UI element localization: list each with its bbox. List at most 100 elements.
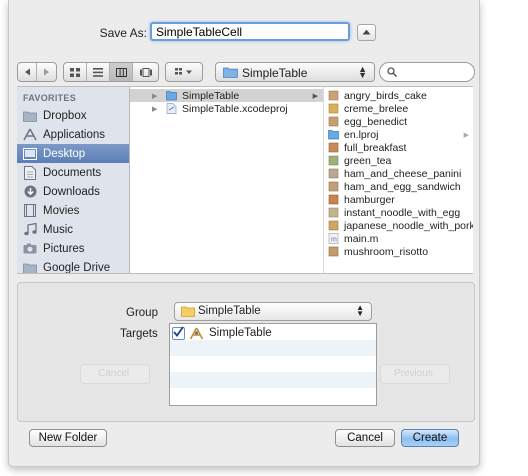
path-popup[interactable]: SimpleTable ▲ ▼	[215, 62, 375, 82]
list-view-icon	[93, 67, 103, 77]
sidebar-item-applications[interactable]: Applications	[17, 125, 129, 144]
forward-button[interactable]	[37, 63, 56, 81]
image-file-icon	[328, 103, 339, 114]
list-item[interactable]: en.lproj ▶	[324, 128, 473, 141]
sidebar-item-label: Dropbox	[43, 109, 87, 122]
group-popup[interactable]: SimpleTable ▲ ▼	[174, 302, 372, 321]
create-button[interactable]: Create	[401, 429, 459, 447]
arrange-control	[165, 62, 203, 82]
ghost-cancel-label: Cancel	[98, 368, 130, 379]
list-item-label: angry_birds_cake	[344, 89, 427, 102]
image-file-icon	[328, 181, 339, 192]
app-target-icon	[189, 327, 204, 339]
sidebar-item-google-drive[interactable]: Google Drive	[17, 258, 129, 274]
collapse-dialog-button[interactable]	[357, 24, 376, 41]
search-field[interactable]	[379, 62, 475, 82]
list-item[interactable]: instant_noodle_with_egg	[324, 206, 473, 219]
list-item[interactable]: green_tea	[324, 154, 473, 167]
save-as-field[interactable]	[150, 22, 350, 41]
cover-flow-button[interactable]	[133, 63, 158, 81]
list-item-label: creme_brelee	[344, 102, 409, 115]
folder-icon	[23, 261, 37, 273]
list-item-label: mushroom_risotto	[344, 245, 429, 258]
icon-view-button[interactable]	[64, 63, 87, 81]
browser-column-3: angry_birds_cake creme_brelee egg_benedi…	[324, 87, 473, 273]
list-item[interactable]: ham_and_egg_sandwich	[324, 180, 473, 193]
chevron-right-icon: ▶	[463, 131, 469, 139]
folder-icon	[328, 130, 339, 140]
list-item[interactable]: m main.m	[324, 232, 473, 245]
file-browser: FAVORITES Dropbox Applications Desktop D…	[17, 86, 473, 274]
save-sheet: Save As: SimpleTableCell SimpleTable ▲ ▼…	[8, 0, 480, 467]
list-item-label: green_tea	[344, 154, 392, 167]
image-file-icon	[328, 116, 339, 127]
sidebar-item-label: Downloads	[43, 185, 100, 198]
list-item[interactable]: full_breakfast	[324, 141, 473, 154]
chevron-up-icon	[362, 29, 371, 35]
back-button[interactable]	[18, 63, 37, 81]
list-item[interactable]: creme_brelee	[324, 102, 473, 115]
sidebar-item-desktop[interactable]: Desktop	[17, 144, 129, 163]
list-item[interactable]: mushroom_risotto	[324, 245, 473, 258]
list-item[interactable]: ham_and_cheese_panini	[324, 167, 473, 180]
path-popup-label: SimpleTable	[242, 66, 308, 80]
sidebar-item-pictures[interactable]: Pictures	[17, 239, 129, 258]
targets-list: SimpleTable	[169, 323, 377, 406]
targets-label: Targets	[120, 328, 158, 340]
list-item[interactable]: ▶ SimpleTable.xcodeproj	[130, 102, 323, 115]
image-file-icon	[328, 194, 339, 205]
list-stripe	[170, 340, 376, 356]
sidebar-item-label: Applications	[43, 128, 106, 141]
icon-view-icon	[70, 67, 80, 77]
list-item[interactable]: japanese_noodle_with_pork	[324, 219, 473, 232]
cover-flow-icon	[139, 67, 152, 77]
sidebar-item-label: Google Drive	[43, 261, 111, 274]
cancel-button[interactable]: Cancel	[335, 429, 395, 447]
list-item-label: main.m	[344, 232, 379, 245]
column-view-icon	[115, 67, 127, 77]
sidebar-item-label: Desktop	[43, 147, 86, 160]
sidebar-item-movies[interactable]: Movies	[17, 201, 129, 220]
list-item[interactable]: ▶ SimpleTable ▶	[130, 89, 323, 102]
list-item-label: hamburger	[344, 193, 395, 206]
sidebar-item-dropbox[interactable]: Dropbox	[17, 106, 129, 125]
chevron-right-icon: ▶	[312, 92, 318, 100]
image-file-icon	[328, 246, 339, 257]
group-label: Group	[126, 307, 158, 319]
sidebar-item-documents[interactable]: Documents	[17, 163, 129, 182]
popup-arrows-icon: ▲ ▼	[356, 303, 364, 318]
search-icon	[387, 67, 397, 77]
sidebar-item-label: Documents	[43, 166, 102, 179]
target-checkbox[interactable]	[172, 325, 185, 340]
browser-column-2: ▶ SimpleTable ▶ ▶ SimpleTable.xcodeproj	[130, 87, 324, 273]
xcodeproj-icon	[166, 103, 177, 114]
list-item-label: full_breakfast	[344, 141, 407, 154]
applications-icon	[23, 128, 37, 142]
sidebar-item-music[interactable]: Music	[17, 220, 129, 239]
column-view-button[interactable]	[110, 63, 133, 81]
list-item-label: SimpleTable.xcodeproj	[182, 102, 288, 115]
list-view-button[interactable]	[87, 63, 110, 81]
svg-text:m: m	[331, 237, 337, 244]
pictures-icon	[23, 242, 37, 256]
image-file-icon	[328, 220, 339, 231]
image-file-icon	[328, 168, 339, 179]
list-item[interactable]: egg_benedict	[324, 115, 473, 128]
disclosure-icon: ▶	[152, 105, 158, 113]
arrange-button[interactable]	[166, 63, 202, 81]
group-popup-label: SimpleTable	[198, 305, 261, 317]
sidebar-item-downloads[interactable]: Downloads	[17, 182, 129, 201]
new-folder-button[interactable]: New Folder	[29, 429, 107, 447]
target-row[interactable]: SimpleTable	[172, 325, 272, 340]
list-item-label: egg_benedict	[344, 115, 408, 128]
list-item[interactable]: angry_birds_cake	[324, 89, 473, 102]
options-panel: Cancel Previous Group SimpleTable ▲ ▼ Tar…	[17, 282, 475, 422]
movies-icon	[23, 204, 37, 218]
image-file-icon	[328, 90, 339, 101]
sidebar: FAVORITES Dropbox Applications Desktop D…	[17, 87, 130, 273]
list-item-label: en.lproj	[344, 128, 379, 141]
list-item-label: SimpleTable	[182, 89, 240, 102]
list-item[interactable]: hamburger	[324, 193, 473, 206]
list-item-label: japanese_noodle_with_pork	[344, 219, 473, 232]
target-label: SimpleTable	[209, 327, 272, 339]
